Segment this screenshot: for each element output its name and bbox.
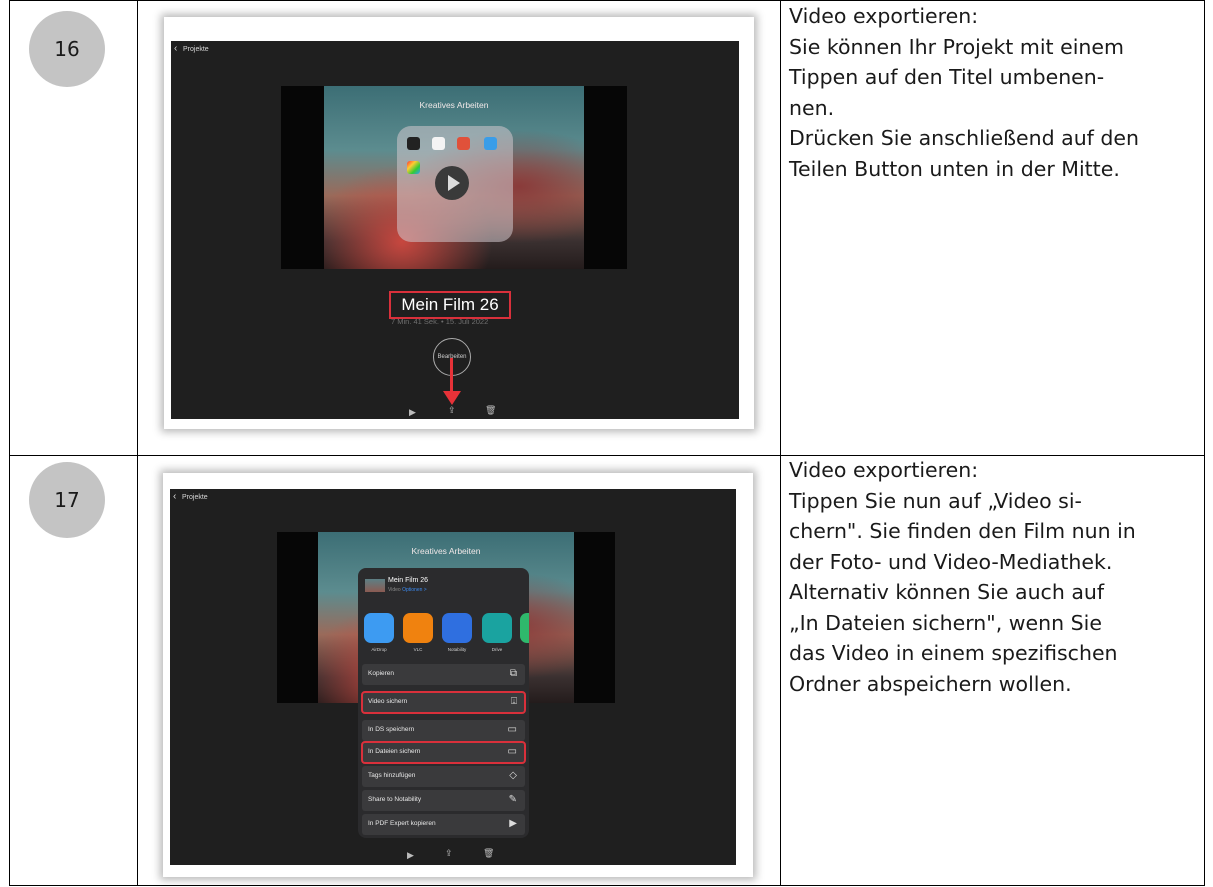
save-to-photos-icon: ⍗: [511, 696, 517, 707]
trash-icon[interactable]: 🗑: [485, 405, 496, 416]
share-thumbnail: [365, 579, 385, 592]
app-icon: [432, 137, 445, 150]
description-line: Drücken Sie anschließend auf den: [789, 126, 1140, 150]
description-line: das Video in einem spezifischen: [789, 641, 1118, 665]
app-label: Drive: [491, 647, 503, 652]
step-number-badge: 16: [29, 11, 105, 87]
share-icon[interactable]: ⇪: [445, 848, 453, 859]
description-line: Tippen Sie nun auf „Video si-: [789, 488, 1082, 513]
share-kind: Video: [388, 587, 401, 593]
description-line: chern". Sie finden den Film nun in: [789, 519, 1136, 543]
description-line: Video exportieren:: [789, 458, 979, 482]
description-line: der Foto- und Video-Mediathek.: [789, 549, 1113, 574]
action-pdf-expert[interactable]: In PDF Expert kopieren ▶: [362, 814, 525, 835]
share-title: Mein Film 26: [388, 577, 429, 584]
action-save-to-files[interactable]: In Dateien sichern ▭: [361, 741, 526, 764]
app-icon: [407, 137, 420, 150]
screenshot-frame: ‹ Projekte Kreatives Arbeiten Mein Film …: [163, 473, 753, 877]
folder-icon: ▭: [507, 724, 517, 735]
project-title-button[interactable]: Mein Film 26: [389, 291, 511, 319]
step-description: Video exportieren: Tippen Sie nun auf „V…: [789, 455, 1199, 699]
imovie-screen: ‹ Projekte Kreatives Arbeiten Mein Film …: [170, 489, 736, 865]
table-col-divider-1: [137, 0, 138, 886]
table-col-divider-2: [780, 0, 781, 886]
share-sheet: Mein Film 26 Video Optionen > AirDrop VL…: [358, 568, 529, 838]
action-copy[interactable]: Kopieren ⧉: [362, 664, 525, 685]
vlc-icon[interactable]: [403, 613, 433, 643]
app-label: Notability: [447, 647, 467, 652]
project-meta: 7 Min. 41 Sek. • 15. Juli 2022: [391, 317, 489, 326]
folder-icon: ▭: [507, 746, 517, 757]
share-subtitle: Video Optionen >: [388, 587, 427, 593]
description-line: Sie können Ihr Projekt mit einem: [789, 34, 1124, 59]
table-bottom-border: [9, 885, 1205, 886]
trash-icon[interactable]: 🗑: [483, 848, 494, 859]
notability-icon[interactable]: [442, 613, 472, 643]
back-label[interactable]: Projekte: [183, 46, 209, 53]
step-number-badge: 17: [29, 462, 105, 538]
share-options-link[interactable]: Optionen >: [402, 587, 427, 593]
app-icon: [457, 137, 470, 150]
action-label: In DS speichern: [368, 726, 415, 733]
description-line: Teilen Button unten in der Mitte.: [789, 156, 1120, 181]
airdrop-icon[interactable]: [364, 613, 394, 643]
pencil-icon: ✎: [508, 794, 517, 805]
app-icon: [407, 161, 420, 174]
back-chevron-icon[interactable]: ‹: [174, 43, 177, 54]
video-thumbnail[interactable]: Kreatives Arbeiten: [324, 86, 584, 269]
action-label: Share to Notability: [368, 796, 422, 803]
screenshot-frame: ‹ Projekte Kreatives Arbeiten Mein Film …: [164, 17, 754, 429]
action-add-tags[interactable]: Tags hinzufügen ◇: [362, 766, 525, 787]
action-label: Tags hinzufügen: [368, 772, 416, 779]
video-title-overlay: Kreatives Arbeiten: [419, 100, 489, 110]
description-line: Video exportieren:: [789, 4, 979, 28]
action-share-notability[interactable]: Share to Notability ✎: [362, 790, 525, 811]
copy-icon: ⧉: [509, 668, 517, 679]
share-icon[interactable]: ⇪: [448, 405, 456, 416]
play-icon[interactable]: [435, 166, 469, 200]
drive-icon[interactable]: [482, 613, 512, 643]
description-line: nen.: [789, 95, 835, 120]
tag-icon: ◇: [509, 770, 517, 781]
play-tool-icon[interactable]: ▶: [407, 850, 414, 861]
imovie-screen: ‹ Projekte Kreatives Arbeiten Mein Film …: [171, 41, 739, 419]
arrow-head-icon: [443, 391, 461, 405]
description-line: Ordner abspeichern wollen.: [789, 671, 1072, 696]
description-line: Tippen auf den Titel umbenen-: [789, 65, 1105, 89]
video-title-overlay: Kreatives Arbeiten: [411, 546, 481, 556]
action-label: In PDF Expert kopieren: [368, 820, 436, 827]
table-left-border: [9, 0, 10, 886]
action-save-ds[interactable]: In DS speichern ▭: [362, 720, 525, 741]
description-line: Alternativ können Sie auch auf: [789, 580, 1105, 604]
play-tool-icon[interactable]: ▶: [409, 407, 416, 418]
action-label: Kopieren: [368, 670, 395, 677]
step-description: Video exportieren: Sie können Ihr Projek…: [789, 1, 1199, 184]
back-chevron-icon[interactable]: ‹: [173, 491, 176, 502]
back-label[interactable]: Projekte: [182, 494, 208, 501]
action-label: Video sichern: [368, 698, 408, 705]
action-label: In Dateien sichern: [368, 748, 421, 755]
video-preview-area: Kreatives Arbeiten: [281, 86, 627, 269]
arrow-annotation: [450, 358, 453, 394]
action-save-video[interactable]: Video sichern ⍗: [361, 691, 526, 714]
pdf-expert-icon: ▶: [509, 818, 517, 829]
table-right-border: [1204, 0, 1205, 886]
app-label: VLC: [413, 647, 423, 652]
app-icon: [484, 137, 497, 150]
more-app-icon[interactable]: [520, 613, 529, 643]
app-label: AirDrop: [371, 647, 387, 652]
description-line: „In Dateien sichern", wenn Sie: [789, 610, 1102, 635]
